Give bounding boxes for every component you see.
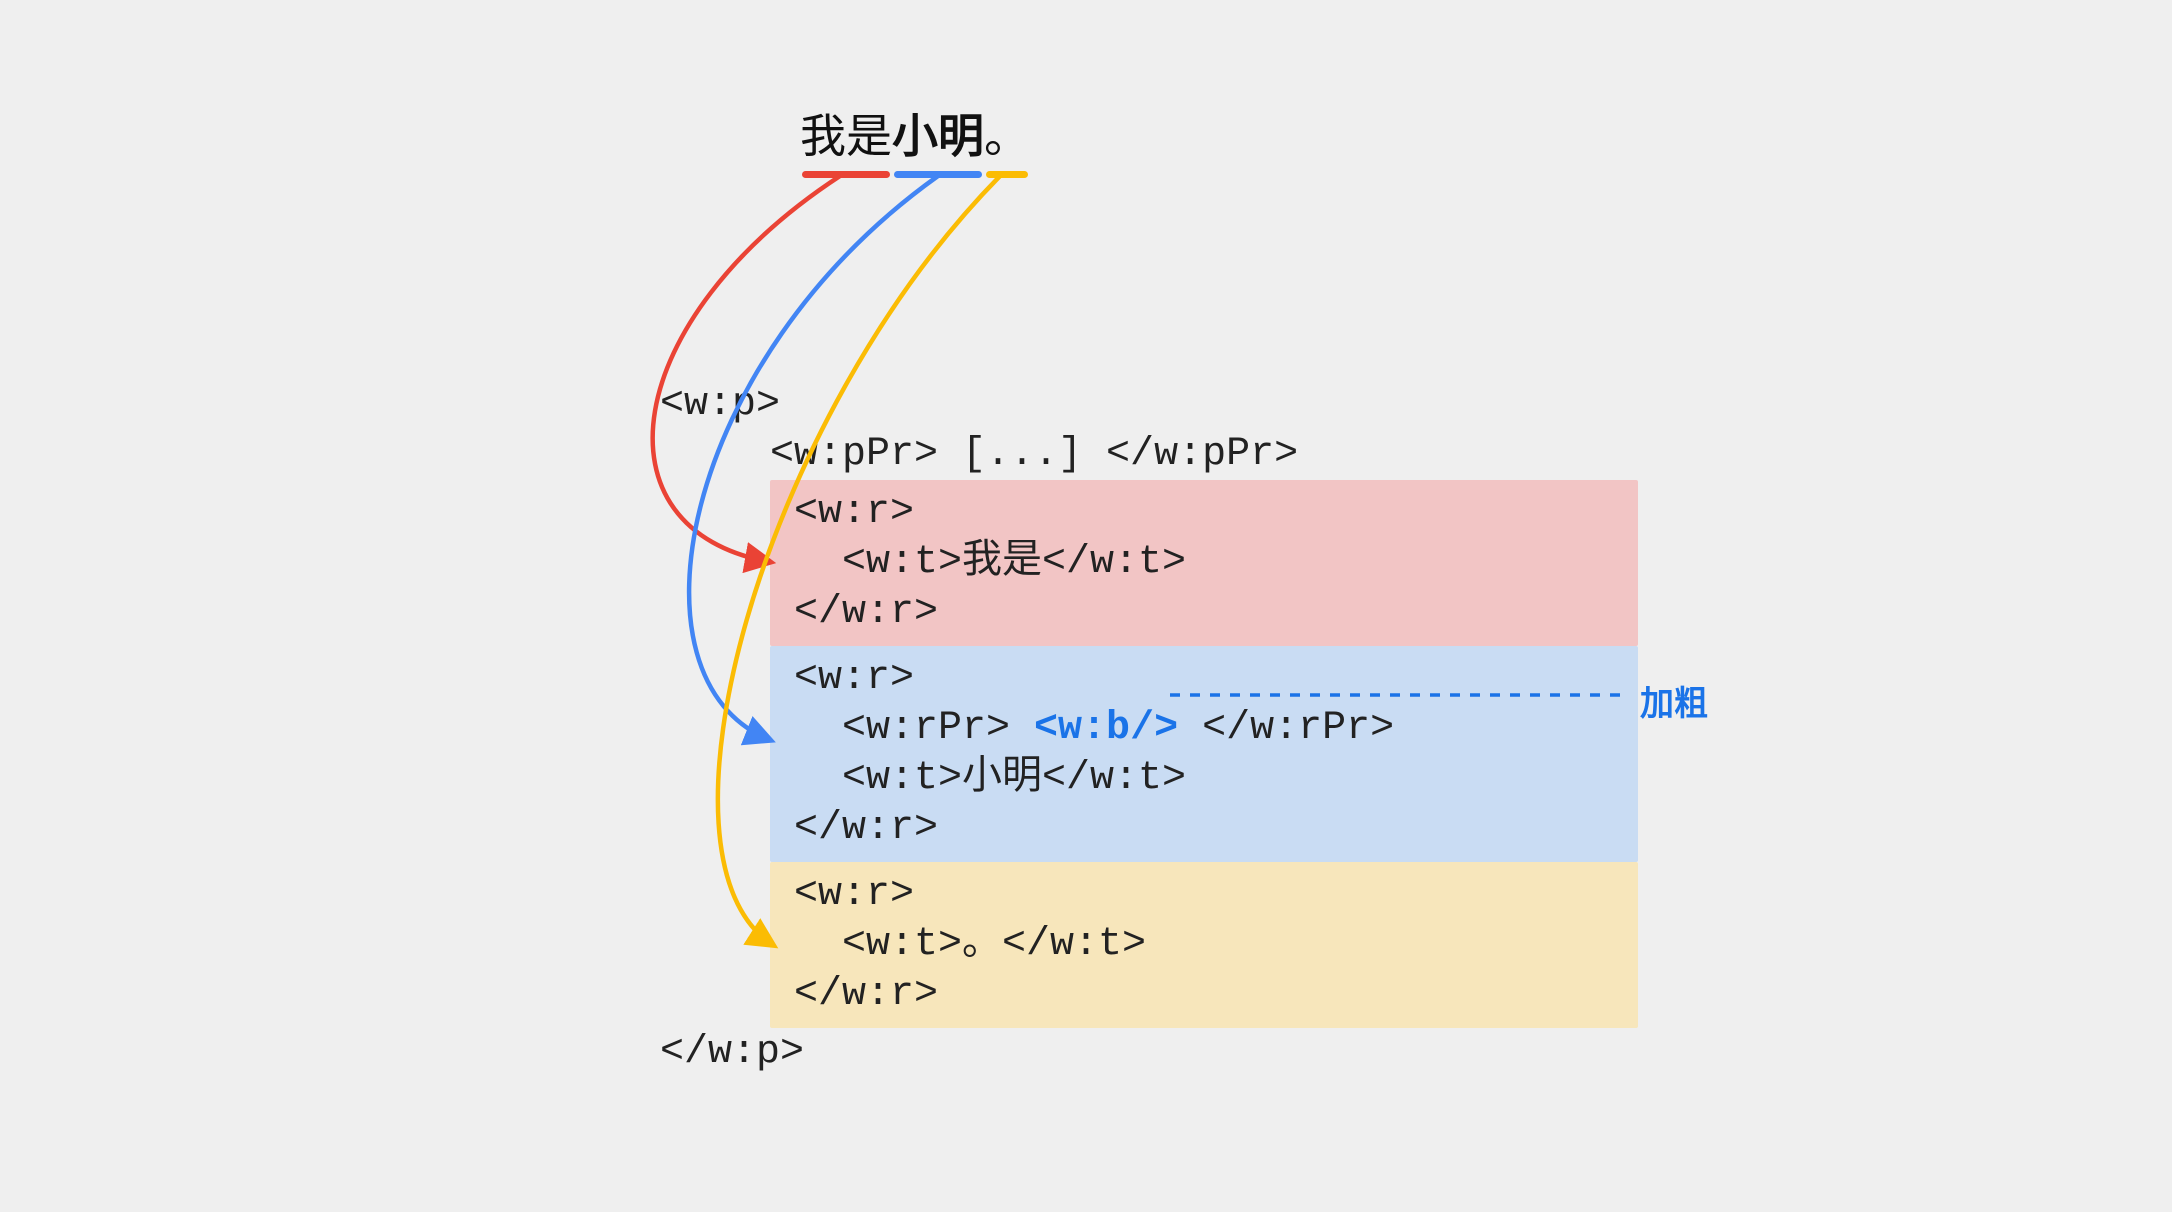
code-r-close-2: </w:r> xyxy=(794,804,1614,854)
xml-code: <w:p> <w:pPr> [...] </w:pPr> <w:r> <w:t>… xyxy=(660,380,1638,1078)
code-bold-tag: <w:b/> xyxy=(1034,706,1178,751)
code-open-p: <w:p> xyxy=(660,380,1638,430)
code-r-open-2: <w:r> xyxy=(794,654,1614,704)
code-r-close-1: </w:r> xyxy=(794,588,1614,638)
code-t1: <w:t>我是</w:t> xyxy=(794,538,1614,588)
code-rpr: <w:rPr> <w:b/> </w:rPr> xyxy=(794,704,1614,754)
code-run-3: <w:r> <w:t>。</w:t> </w:r> xyxy=(770,862,1638,1028)
code-t2: <w:t>小明</w:t> xyxy=(794,754,1614,804)
code-t3: <w:t>。</w:t> xyxy=(794,920,1614,970)
code-ppr: <w:pPr> [...] </w:pPr> xyxy=(770,430,1638,480)
code-r-open-3: <w:r> xyxy=(794,870,1614,920)
code-run-2: <w:r> <w:rPr> <w:b/> </w:rPr> <w:t>小明</w… xyxy=(770,646,1638,862)
code-rpr-prefix: <w:rPr> xyxy=(794,706,1034,751)
sentence-segment-1: 我是 xyxy=(800,100,892,178)
code-rpr-suffix: </w:rPr> xyxy=(1178,706,1394,751)
code-r-close-3: </w:r> xyxy=(794,970,1614,1020)
sentence-segment-2: 小明 xyxy=(892,100,984,178)
code-close-p: </w:p> xyxy=(660,1028,1638,1078)
code-r-open-1: <w:r> xyxy=(794,488,1614,538)
example-sentence: 我是小明。 xyxy=(800,100,1030,178)
sentence-segment-3: 。 xyxy=(984,100,1030,178)
annotation-bold-label: 加粗 xyxy=(1640,676,1708,725)
diagram-stage: { "sentence": { "seg1": "我是", "seg2": "小… xyxy=(0,0,2172,1212)
code-run-1: <w:r> <w:t>我是</w:t> </w:r> xyxy=(770,480,1638,646)
